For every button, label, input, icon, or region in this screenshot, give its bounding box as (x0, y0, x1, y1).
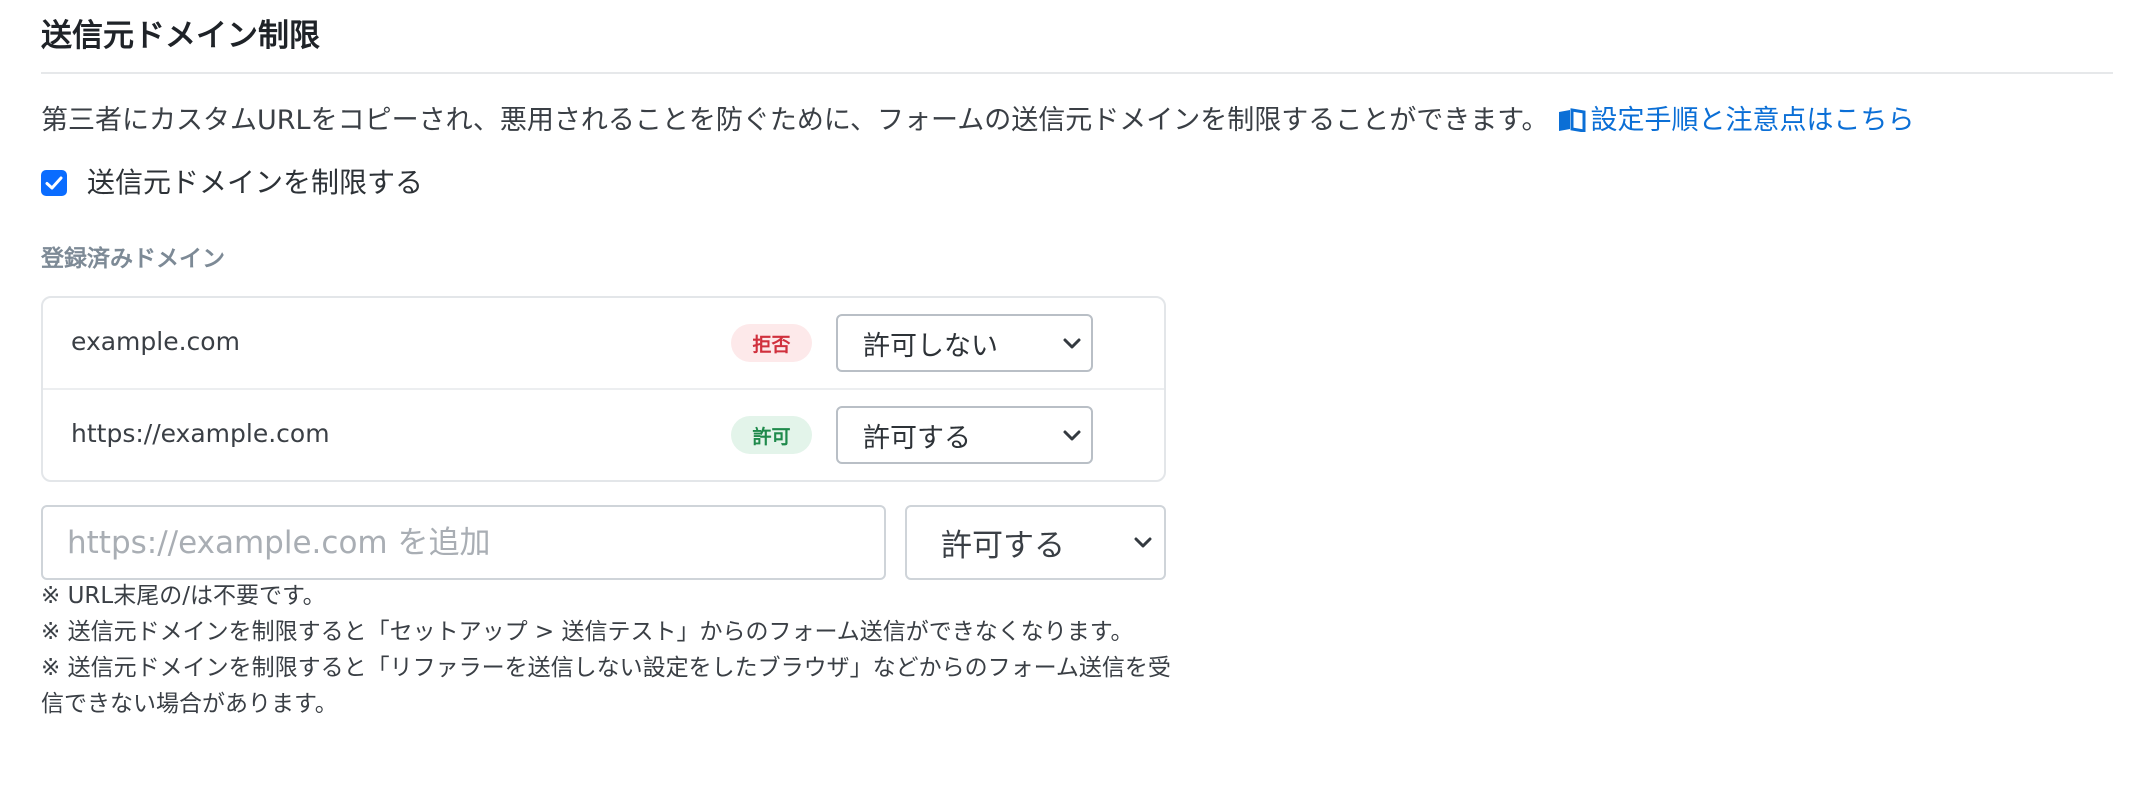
help-link-label: 設定手順と注意点はこちら (1590, 105, 1915, 136)
help-link[interactable]: 設定手順と注意点はこちら (1557, 105, 1915, 136)
domain-name: https://example.com (71, 419, 330, 448)
restrict-checkbox[interactable] (41, 170, 67, 196)
chevron-down-icon (1134, 537, 1152, 548)
permission-select[interactable]: 許可する (836, 406, 1093, 464)
registered-domains-table: example.com 拒否 許可しない https://example.com… (41, 296, 1166, 482)
restrict-label[interactable]: 送信元ドメインを制限する (87, 163, 423, 203)
domain-restriction-page: 送信元ドメイン制限 第三者にカスタムURLをコピーされ、悪用されることを防ぐため… (0, 0, 2144, 796)
permission-select-value: 許可しない (863, 330, 998, 362)
title-divider (41, 72, 2113, 74)
status-badge-allow: 許可 (731, 416, 812, 454)
registered-domains-heading: 登録済みドメイン (41, 246, 225, 272)
domain-row: example.com 拒否 許可しない (43, 298, 1164, 390)
add-permission-select[interactable]: 許可する (905, 505, 1166, 580)
chevron-down-icon (1063, 430, 1081, 441)
chevron-down-icon (1063, 338, 1081, 349)
section-title: 送信元ドメイン制限 (41, 18, 320, 54)
note-item: ※ 送信元ドメインを制限すると「リファラーを送信しない設定をしたブラウザ」などか… (41, 655, 1171, 717)
restrict-toggle-row[interactable]: 送信元ドメインを制限する (41, 163, 423, 203)
add-domain-input[interactable] (41, 505, 886, 580)
domain-row: https://example.com 許可 許可する (43, 390, 1164, 482)
description: 第三者にカスタムURLをコピーされ、悪用されることを防ぐために、フォームの送信元… (41, 100, 1915, 142)
permission-select-value: 許可する (863, 422, 971, 454)
book-icon (1557, 103, 1587, 133)
add-permission-select-value: 許可する (941, 528, 1065, 564)
description-text: 第三者にカスタムURLをコピーされ、悪用されることを防ぐために、フォームの送信元… (41, 105, 1549, 136)
status-badge-deny: 拒否 (731, 324, 812, 362)
permission-select[interactable]: 許可しない (836, 314, 1093, 372)
check-icon (45, 176, 63, 190)
note-item: ※ URL末尾の/は不要です。 (41, 583, 326, 609)
notes: ※ URL末尾の/は不要です。 ※ 送信元ドメインを制限すると「セットアップ >… (41, 578, 1171, 722)
note-item: ※ 送信元ドメインを制限すると「セットアップ > 送信テスト」からのフォーム送信… (41, 619, 1134, 645)
domain-name: example.com (71, 327, 240, 356)
